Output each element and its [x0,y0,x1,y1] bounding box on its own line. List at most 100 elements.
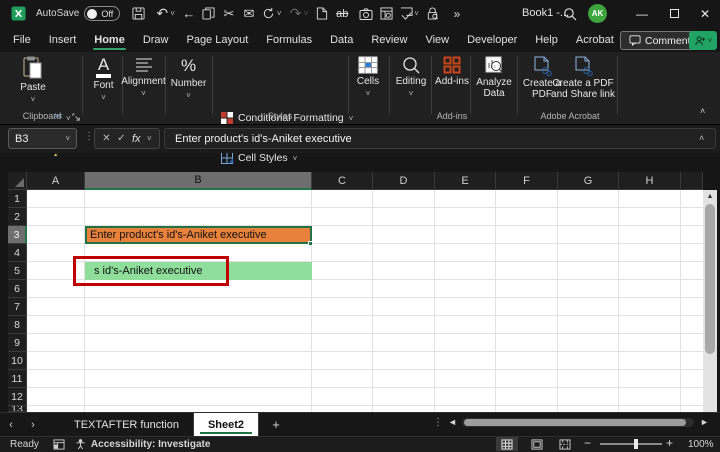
cells-button[interactable]: Cells ˅ [352,56,384,98]
column-header-a[interactable]: A [27,172,85,190]
font-button[interactable]: A Font ˅ [85,56,122,102]
select-all-corner[interactable] [8,172,27,190]
normal-view-button[interactable] [496,437,518,451]
print-preview-icon[interactable] [376,4,396,24]
sync-chevron-icon[interactable]: ˅ [277,9,282,18]
sheet-nav-right-icon[interactable]: › [22,413,44,436]
strikethrough-icon[interactable]: ab [332,4,352,24]
row-header-2[interactable]: 2 [8,208,27,226]
sheet-bar-dots-icon[interactable]: ⋮ [433,417,443,428]
sheet-nav-left-icon[interactable]: ‹ [0,413,22,436]
formula-bar-collapse-icon[interactable]: ˄ [699,133,704,143]
vertical-scrollbar[interactable]: ▲ [703,190,717,412]
undo-icon[interactable]: ↶ [152,4,172,24]
row-header-11[interactable]: 11 [8,370,27,388]
number-button[interactable]: % Number ˅ [167,56,210,100]
row-header-3[interactable]: 3 [8,226,27,244]
enter-check-icon[interactable]: ✓ [117,133,125,144]
fx-chevron-icon[interactable]: ˅ [147,134,152,143]
search-icon[interactable] [560,4,580,24]
accessibility-icon[interactable] [75,439,86,450]
close-button[interactable]: ✕ [690,0,720,27]
alignment-button[interactable]: Alignment ˅ [122,56,165,98]
redo-icon[interactable]: ↷ [286,4,306,24]
redo-chevron-icon[interactable]: ˅ [304,9,309,18]
new-file-icon[interactable] [312,4,332,24]
form-icon[interactable] [396,4,416,24]
horizontal-scrollbar[interactable] [462,418,694,427]
undo-chevron-icon[interactable]: ˅ [170,9,175,18]
tab-review[interactable]: Review [362,30,416,52]
formula-bar-drag-handle[interactable]: ⋮ [84,131,94,142]
back-icon[interactable]: ← [179,4,199,24]
tab-home[interactable]: Home [85,30,134,52]
hscroll-left-icon[interactable]: ◄ [448,417,457,427]
zoom-level-label[interactable]: 100% [688,439,714,450]
save-icon[interactable] [128,4,148,24]
share-button[interactable]: ˅ [689,31,717,50]
name-box[interactable]: B3 ˅ [8,128,77,149]
column-header-partial[interactable] [681,172,703,190]
copy-icon[interactable] [199,4,219,24]
create-pdf-share-button[interactable]: Create a PDF and Share link [548,56,618,100]
vertical-scrollbar-thumb[interactable] [705,204,715,354]
sheet-tab-sheet2[interactable]: Sheet2 [194,413,259,436]
more-commands-icon[interactable]: » [447,4,467,24]
column-header-g[interactable]: G [558,172,619,190]
row-header-4[interactable]: 4 [8,244,27,262]
zoom-in-button[interactable]: + [666,436,673,450]
collapse-ribbon-icon[interactable]: ˄ [700,106,705,116]
analyze-data-button[interactable]: Analyze Data [473,56,515,99]
email-icon[interactable]: ✉ [239,4,259,24]
new-sheet-button[interactable]: + [259,413,293,436]
row-header-7[interactable]: 7 [8,298,27,316]
paste-button[interactable]: Paste ˅ [14,56,52,104]
camera-icon[interactable] [356,4,376,24]
zoom-slider-track[interactable] [600,443,662,445]
editing-button[interactable]: Editing ˅ [391,56,431,98]
tab-draw[interactable]: Draw [134,30,178,52]
tab-insert[interactable]: Insert [40,30,86,52]
insert-function-icon[interactable]: fx [132,133,141,145]
row-header-1[interactable]: 1 [8,190,27,208]
cut-icon[interactable]: ✂ [219,4,239,24]
column-header-c[interactable]: C [312,172,373,190]
zoom-out-button[interactable]: − [584,436,591,450]
cell-b3-active[interactable]: Enter product's id's-Aniket executive [85,226,312,244]
macro-record-icon[interactable] [53,439,65,450]
tab-formulas[interactable]: Formulas [257,30,321,52]
tab-view[interactable]: View [416,30,458,52]
scroll-up-icon[interactable]: ▲ [703,190,717,203]
cells-area[interactable] [27,190,703,412]
horizontal-scrollbar-thumb[interactable] [464,419,686,426]
column-header-d[interactable]: D [373,172,435,190]
form-chevron-icon[interactable]: ˅ [414,9,419,18]
avatar[interactable]: AK [588,4,607,23]
row-header-8[interactable]: 8 [8,316,27,334]
tab-developer[interactable]: Developer [458,30,526,52]
tab-page-layout[interactable]: Page Layout [177,30,257,52]
page-layout-view-button[interactable] [526,437,548,451]
minimize-button[interactable]: — [627,0,657,27]
formula-input[interactable]: Enter product's id's-Aniket executive [164,128,716,149]
tab-file[interactable]: File [4,30,40,52]
column-header-f[interactable]: F [496,172,558,190]
accessibility-status-label[interactable]: Accessibility: Investigate [91,439,211,450]
cancel-icon[interactable]: ✕ [102,133,110,144]
row-header-9[interactable]: 9 [8,334,27,352]
column-header-b[interactable]: B [85,172,312,190]
fill-handle[interactable] [308,241,313,246]
row-header-12[interactable]: 12 [8,388,27,406]
column-header-e[interactable]: E [435,172,496,190]
sync-icon[interactable] [259,4,279,24]
row-header-5[interactable]: 5 [8,262,27,280]
tab-data[interactable]: Data [321,30,362,52]
zoom-slider-thumb[interactable] [634,439,638,449]
sheet-tab-textafter[interactable]: TEXTAFTER function [60,413,194,436]
protect-sheet-icon[interactable] [423,4,443,24]
column-header-h[interactable]: H [619,172,681,190]
addins-button[interactable]: Add-ins [434,56,470,87]
tab-acrobat[interactable]: Acrobat [567,30,623,52]
row-header-10[interactable]: 10 [8,352,27,370]
maximize-button[interactable] [659,0,689,27]
